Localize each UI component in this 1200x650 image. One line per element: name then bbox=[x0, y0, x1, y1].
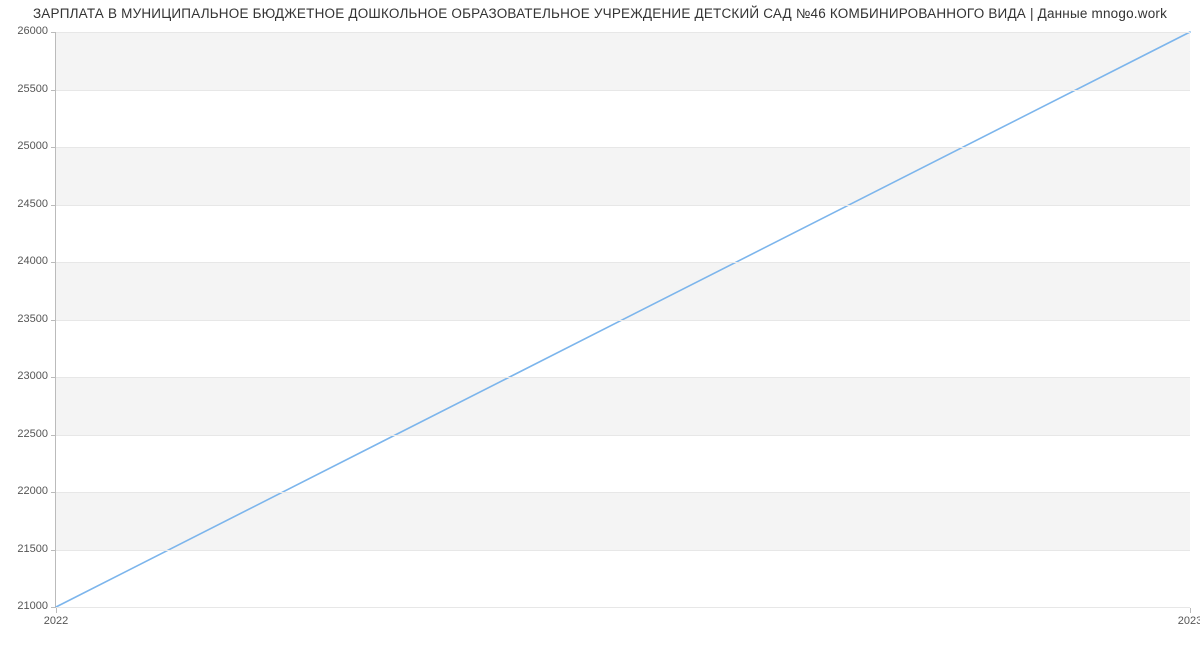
y-tick-label: 22500 bbox=[17, 428, 56, 440]
y-tick-label: 24000 bbox=[17, 255, 56, 267]
y-tick-label: 22000 bbox=[17, 485, 56, 497]
grid-line bbox=[56, 262, 1190, 263]
y-tick-label: 21500 bbox=[17, 543, 56, 555]
y-tick-label: 24500 bbox=[17, 198, 56, 210]
grid-line bbox=[56, 550, 1190, 551]
grid-line bbox=[56, 435, 1190, 436]
grid-line bbox=[56, 90, 1190, 91]
chart-container: ЗАРПЛАТА В МУНИЦИПАЛЬНОЕ БЮДЖЕТНОЕ ДОШКО… bbox=[0, 0, 1200, 650]
y-tick-label: 25000 bbox=[17, 140, 56, 152]
grid-line bbox=[56, 492, 1190, 493]
grid-line bbox=[56, 32, 1190, 33]
y-tick-label: 21000 bbox=[17, 600, 56, 612]
chart-title: ЗАРПЛАТА В МУНИЦИПАЛЬНОЕ БЮДЖЕТНОЕ ДОШКО… bbox=[0, 6, 1200, 21]
tick-mark bbox=[1190, 608, 1191, 613]
y-tick-label: 23000 bbox=[17, 370, 56, 382]
grid-line bbox=[56, 377, 1190, 378]
grid-line bbox=[56, 607, 1190, 608]
plot-area: 2100021500220002250023000235002400024500… bbox=[55, 32, 1190, 608]
y-tick-label: 26000 bbox=[17, 25, 56, 37]
grid-line bbox=[56, 205, 1190, 206]
tick-mark bbox=[56, 608, 57, 613]
x-tick-label: 2022 bbox=[44, 615, 68, 627]
grid-line bbox=[56, 320, 1190, 321]
x-tick-label: 2023 bbox=[1178, 615, 1200, 627]
y-tick-label: 23500 bbox=[17, 313, 56, 325]
grid-line bbox=[56, 147, 1190, 148]
y-tick-label: 25500 bbox=[17, 83, 56, 95]
